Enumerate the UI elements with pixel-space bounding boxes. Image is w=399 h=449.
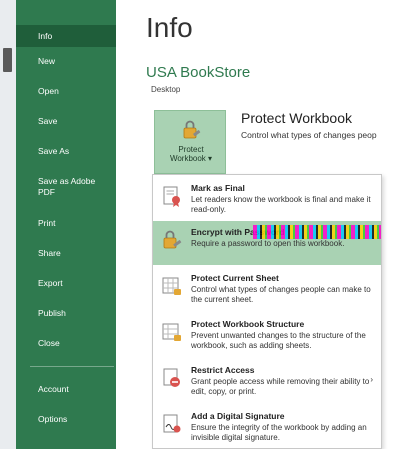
nav-item-save-as[interactable]: Save As [16,146,116,157]
menu-item-title: Protect Current Sheet [191,273,279,283]
menu-item-restrict-access[interactable]: Restrict Access Grant people access whil… [153,359,381,403]
nav-item-info[interactable]: Info [16,25,116,47]
protect-workbook-menu: Mark as Final Let readers know the workb… [152,174,382,449]
nav-separator [30,366,114,367]
menu-item-description: Control what types of changes people can… [191,285,371,304]
screen-artifact [253,225,381,239]
nav-item-export[interactable]: Export [16,278,116,289]
protect-workbook-description: Control what types of changes peop [241,130,377,140]
nav-item-publish[interactable]: Publish [16,308,116,319]
backstage-sidebar: Info New Open Save Save As Save as Adobe… [16,0,116,449]
page-title: Info [146,12,193,43]
nav-item-new[interactable]: New [16,56,116,67]
document-ribbon-icon [163,186,180,207]
workbook-lock-icon [162,323,181,341]
protect-button-label-line2: Workbook ▾ [169,154,213,163]
document-name: USA BookStore [146,64,251,81]
nav-item-save[interactable]: Save [16,116,116,127]
menu-item-description: Grant people access while removing their… [191,377,370,396]
nav-item-share[interactable]: Share [16,248,116,259]
sheet-lock-icon [162,277,181,295]
nav-item-print[interactable]: Print [16,218,116,229]
protect-button-label: Protect Workbook ▾ [155,145,227,163]
protect-button-label-line1: Protect [178,145,204,154]
menu-item-protect-workbook-structure[interactable]: Protect Workbook Structure Prevent unwan… [153,313,381,357]
window-edge [0,0,16,449]
menu-item-title: Protect Workbook Structure [191,319,305,329]
menu-item-title: Mark as Final [191,183,245,193]
nav-item-account[interactable]: Account [16,384,116,395]
menu-item-description: Let readers know the workbook is final a… [191,195,371,214]
menu-item-description: Ensure the integrity of the workbook by … [191,423,367,442]
nav-item-options[interactable]: Options [16,414,116,425]
protect-workbook-heading: Protect Workbook [241,110,353,126]
restrict-icon [163,368,180,387]
document-location: Desktop [151,85,181,94]
nav-item-save-as-pdf[interactable]: Save as Adobe PDF [16,176,116,198]
menu-item-description: Require a password to open this workbook… [191,239,345,248]
menu-item-encrypt-with-password[interactable]: Encrypt with Password Require a password… [153,221,381,265]
chevron-right-icon: › [370,375,373,384]
signature-icon [163,414,181,433]
excel-backstage: Info New Open Save Save As Save as Adobe… [0,0,399,449]
lock-key-icon [163,230,182,249]
document-preview [3,48,12,72]
info-pane: Info USA BookStore Desktop Protect Workb… [116,0,399,449]
nav-item-close[interactable]: Close [16,338,116,349]
menu-item-title: Restrict Access [191,365,255,375]
menu-item-mark-as-final[interactable]: Mark as Final Let readers know the workb… [153,177,381,221]
menu-item-add-digital-signature[interactable]: Add a Digital Signature Ensure the integ… [153,405,381,449]
menu-item-title: Add a Digital Signature [191,411,285,421]
menu-item-protect-current-sheet[interactable]: Protect Current Sheet Control what types… [153,267,381,311]
menu-item-description: Prevent unwanted changes to the structur… [191,331,366,350]
lock-icon [183,120,201,139]
nav-item-open[interactable]: Open [16,86,116,97]
protect-workbook-button[interactable]: Protect Workbook ▾ [154,110,226,174]
